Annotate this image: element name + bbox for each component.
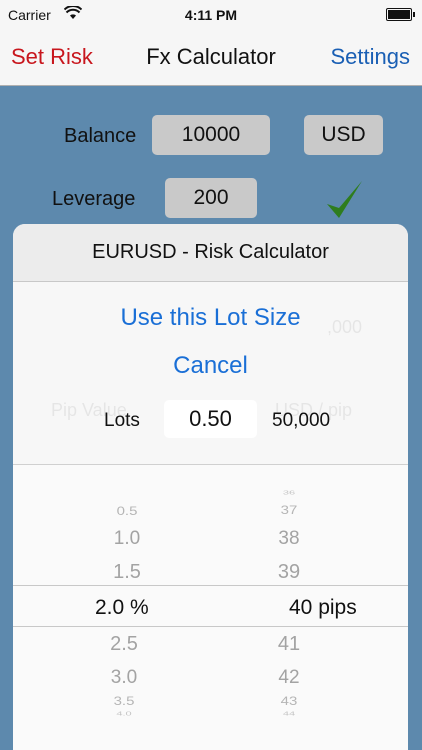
checkmark-icon xyxy=(327,181,362,218)
balance-label: Balance xyxy=(64,125,137,147)
picker-item[interactable]: 3.0 xyxy=(94,667,154,689)
status-bar: Carrier 4:11 PM xyxy=(0,0,422,30)
settings-button[interactable]: Settings xyxy=(331,44,411,70)
picker-item[interactable]: 41 xyxy=(259,633,319,656)
picker-item[interactable]: 38 xyxy=(259,528,319,550)
picker-item[interactable]: 44 xyxy=(259,711,319,717)
lots-row: Lots 0.50 50,000 xyxy=(13,400,408,440)
units-value: 50,000 xyxy=(272,410,331,431)
cancel-button[interactable]: Cancel xyxy=(13,352,408,380)
picker-item[interactable]: 0.5 xyxy=(97,505,157,519)
currency-selector[interactable]: USD xyxy=(304,115,383,155)
leverage-field[interactable]: 200 xyxy=(165,178,257,218)
leverage-label: Leverage xyxy=(52,188,136,210)
lots-label: Lots xyxy=(104,410,140,431)
picker-item[interactable]: 2.5 xyxy=(94,633,154,656)
risk-pips-picker[interactable]: 0.5 1.0 1.5 2.0 % 2.5 3.0 3.5 4.0 36 37 … xyxy=(13,464,408,750)
lots-value-field[interactable]: 0.50 xyxy=(164,400,257,438)
risk-calculator-sheet: EURUSD - Risk Calculator ,000 Pip Value … xyxy=(13,224,408,750)
balance-field[interactable]: 10000 xyxy=(152,115,270,155)
picker-item[interactable]: 36 xyxy=(259,490,319,496)
clock: 4:11 PM xyxy=(184,7,238,23)
battery-icon xyxy=(386,8,415,21)
sheet-title: EURUSD - Risk Calculator xyxy=(13,224,408,282)
picker-item[interactable]: 4.0 xyxy=(94,711,154,717)
picker-item[interactable]: 3.5 xyxy=(94,695,154,709)
selected-risk[interactable]: 2.0 % xyxy=(95,596,149,620)
selected-pips[interactable]: 40 pips xyxy=(289,596,357,620)
picker-item[interactable]: 1.0 xyxy=(97,528,157,550)
picker-item[interactable]: 39 xyxy=(259,561,319,584)
navigation-bar: Set Risk Fx Calculator Settings xyxy=(0,30,422,86)
picker-item[interactable]: 37 xyxy=(259,504,319,518)
picker-item[interactable]: 1.5 xyxy=(97,561,157,584)
use-lot-size-button[interactable]: Use this Lot Size xyxy=(13,304,408,332)
picker-item[interactable]: 43 xyxy=(259,695,319,709)
picker-item[interactable]: 42 xyxy=(259,667,319,689)
